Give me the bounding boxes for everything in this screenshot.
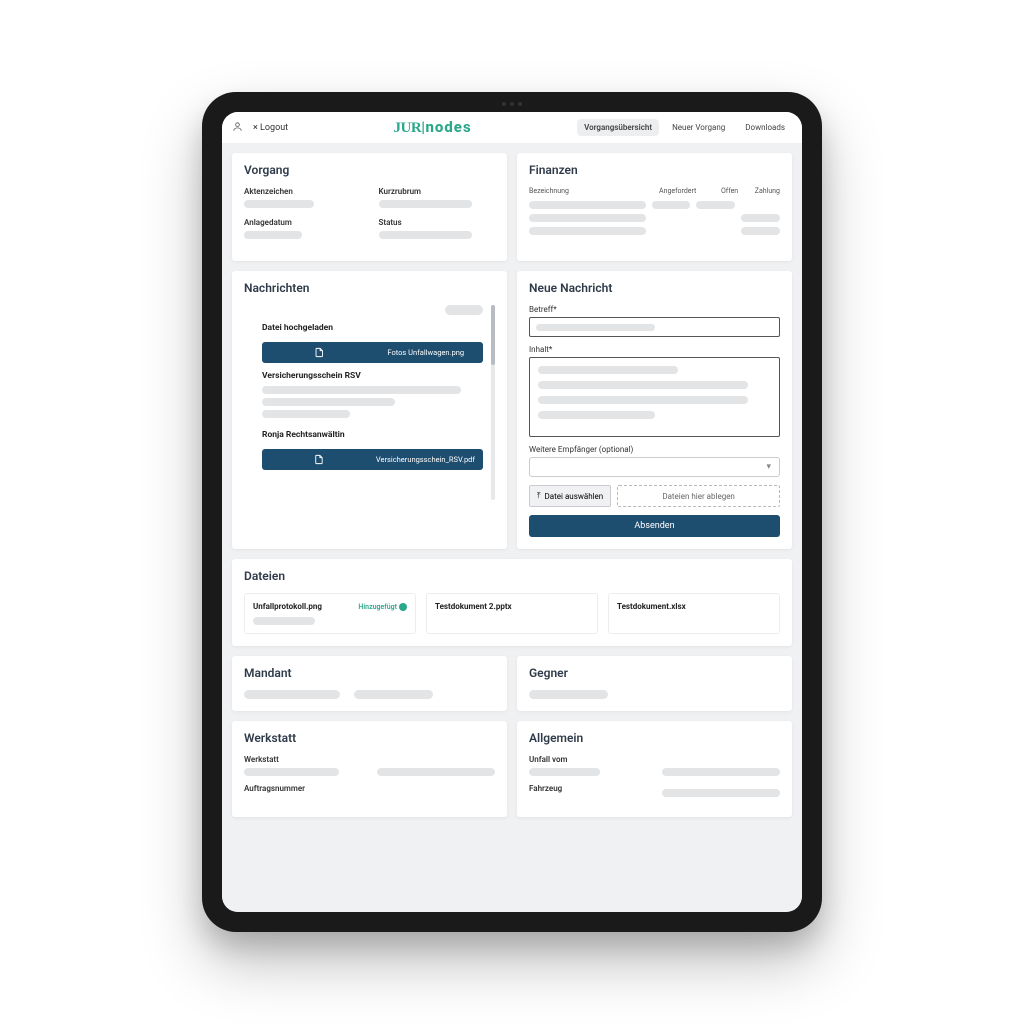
- label-kurzrubrum: Kurzrubrum: [379, 187, 496, 196]
- input-betreff[interactable]: [529, 317, 780, 337]
- submit-button[interactable]: Absenden: [529, 515, 780, 537]
- finance-table-header: Bezeichnung Angefordert Offen Zahlung: [529, 187, 780, 195]
- attachment-chip[interactable]: Fotos Unfallwagen.png: [262, 342, 483, 363]
- content-area: Vorgang Aktenzeichen Kurzrubrum Anlageda…: [222, 143, 802, 912]
- document-icon: [270, 347, 369, 358]
- user-icon[interactable]: [232, 121, 243, 135]
- file-item[interactable]: Testdokument 2.pptx: [426, 593, 598, 634]
- card-dateien: Dateien Unfallprotokoll.png Hinzugefügt …: [232, 559, 792, 646]
- label-empfaenger: Weitere Empfänger (optional): [529, 445, 780, 454]
- table-row: [529, 227, 780, 235]
- select-empfaenger[interactable]: ▾: [529, 457, 780, 477]
- message-item: Ronja Rechtsanwältin Versicherungsschein…: [262, 430, 483, 470]
- card-title: Gegner: [529, 666, 780, 680]
- card-werkstatt: Werkstatt Werkstatt Auftragsnummer: [232, 721, 507, 817]
- table-row: [529, 214, 780, 222]
- upload-icon: ⤒: [537, 491, 541, 501]
- label-auftragsnummer: Auftragsnummer: [244, 784, 495, 793]
- message-body: [262, 386, 483, 422]
- file-name: Testdokument 2.pptx: [435, 602, 512, 611]
- card-title: Neue Nachricht: [529, 281, 780, 295]
- card-title: Werkstatt: [244, 731, 495, 745]
- scrollbar-thumb[interactable]: [491, 305, 495, 365]
- message-date: [445, 305, 483, 315]
- file-tag: Hinzugefügt: [358, 603, 407, 611]
- card-title: Vorgang: [244, 163, 495, 177]
- card-title: Dateien: [244, 569, 780, 583]
- nav-tabs: Vorgangsübersicht Neuer Vorgang Download…: [577, 119, 792, 136]
- tab-downloads[interactable]: Downloads: [738, 119, 792, 136]
- message-item: Versicherungsschein RSV: [262, 371, 483, 422]
- card-title: Mandant: [244, 666, 495, 680]
- card-nachrichten: Nachrichten Datei hochgeladen Fotos Unfa…: [232, 271, 507, 549]
- skeleton: [253, 617, 315, 625]
- card-neue-nachricht: Neue Nachricht Betreff* Inhalt* Weitere …: [517, 271, 792, 549]
- file-item[interactable]: Unfallprotokoll.png Hinzugefügt: [244, 593, 416, 634]
- label-unfall-vom: Unfall vom: [529, 755, 648, 764]
- label-anlagedatum: Anlagedatum: [244, 218, 361, 227]
- skeleton: [379, 231, 472, 239]
- label-werkstatt: Werkstatt: [244, 755, 363, 764]
- message-list[interactable]: Datei hochgeladen Fotos Unfallwagen.png …: [244, 305, 487, 500]
- check-icon: [399, 603, 407, 611]
- label-betreff: Betreff*: [529, 305, 780, 314]
- textarea-inhalt[interactable]: [529, 357, 780, 437]
- label-status: Status: [379, 218, 496, 227]
- file-item[interactable]: Testdokument.xlsx: [608, 593, 780, 634]
- document-icon: [270, 454, 368, 465]
- file-select-button[interactable]: ⤒ Datei auswählen: [529, 485, 611, 507]
- scrollbar[interactable]: [491, 305, 495, 500]
- skeleton: [244, 231, 302, 239]
- skeleton: [379, 200, 472, 208]
- file-name: Unfallprotokoll.png: [253, 602, 322, 611]
- tablet-device-frame: × Logout JUR|nodes Vorgangsübersicht Neu…: [202, 92, 822, 932]
- table-row: [529, 201, 780, 209]
- card-title: Allgemein: [529, 731, 780, 745]
- card-finanzen: Finanzen Bezeichnung Angefordert Offen Z…: [517, 153, 792, 261]
- logo: JUR|nodes: [296, 118, 569, 137]
- message-title: Ronja Rechtsanwältin: [262, 430, 483, 440]
- file-name: Testdokument.xlsx: [617, 602, 686, 611]
- card-title: Nachrichten: [244, 281, 495, 295]
- card-mandant: Mandant: [232, 656, 507, 711]
- tab-overview[interactable]: Vorgangsübersicht: [577, 119, 659, 136]
- label-aktenzeichen: Aktenzeichen: [244, 187, 361, 196]
- tablet-camera: [494, 101, 530, 106]
- card-vorgang: Vorgang Aktenzeichen Kurzrubrum Anlageda…: [232, 153, 507, 261]
- card-allgemein: Allgemein Unfall vom Fahrzeug: [517, 721, 792, 817]
- label-fahrzeug: Fahrzeug: [529, 784, 648, 793]
- topbar: × Logout JUR|nodes Vorgangsübersicht Neu…: [222, 112, 802, 143]
- card-gegner: Gegner: [517, 656, 792, 711]
- label-inhalt: Inhalt*: [529, 345, 780, 354]
- message-title: Versicherungsschein RSV: [262, 371, 483, 381]
- message-item: Datei hochgeladen Fotos Unfallwagen.png: [262, 323, 483, 363]
- message-title: Datei hochgeladen: [262, 323, 483, 333]
- screen: × Logout JUR|nodes Vorgangsübersicht Neu…: [222, 112, 802, 912]
- card-title: Finanzen: [529, 163, 780, 177]
- logout-link[interactable]: × Logout: [253, 123, 288, 133]
- file-drop-zone[interactable]: Dateien hier ablegen: [617, 485, 780, 507]
- tab-new[interactable]: Neuer Vorgang: [665, 119, 732, 136]
- skeleton: [244, 200, 314, 208]
- attachment-chip[interactable]: Versicherungsschein_RSV.pdf: [262, 449, 483, 470]
